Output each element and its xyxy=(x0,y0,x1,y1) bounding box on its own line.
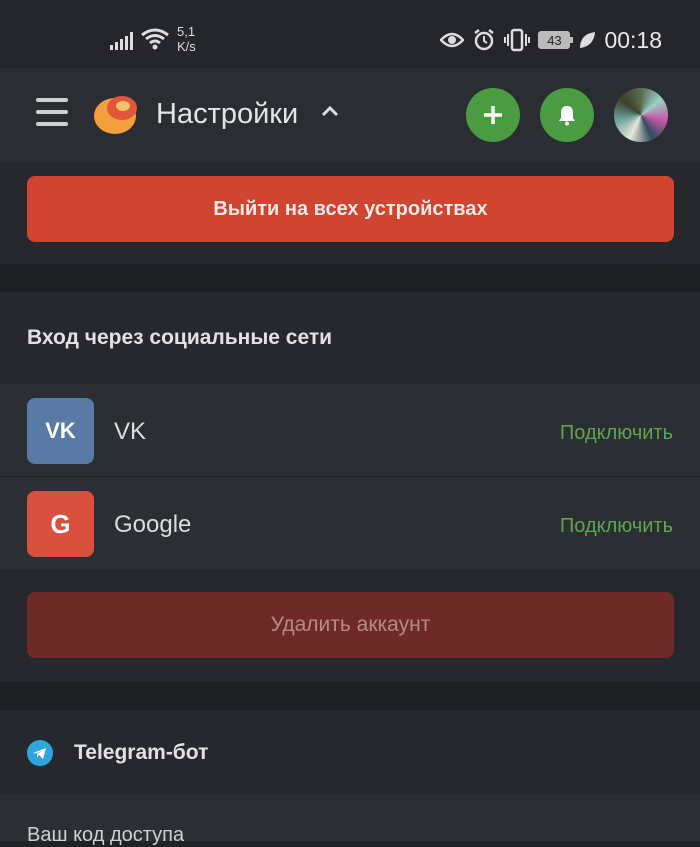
social-name: VK xyxy=(114,418,147,445)
bell-icon xyxy=(559,106,575,126)
app-header: Настройки xyxy=(0,68,700,163)
social-login-title: Вход через социальные сети xyxy=(27,326,333,349)
network-speed: 5,1 K/s xyxy=(177,24,196,54)
vk-icon: VK xyxy=(27,398,94,464)
section-gap xyxy=(0,264,700,292)
avatar[interactable] xyxy=(614,88,668,142)
logout-all-devices-button[interactable]: Выйти на всех устройствах xyxy=(27,176,674,242)
menu-icon[interactable] xyxy=(36,98,68,128)
wifi-icon xyxy=(141,28,169,50)
delete-account-button[interactable]: Удалить аккаунт xyxy=(27,592,674,658)
battery-icon: 43 xyxy=(538,31,574,49)
status-right-group: 43 00:18 xyxy=(440,26,662,54)
section-gap xyxy=(0,682,700,710)
vibrate-icon xyxy=(504,28,531,52)
connect-vk-button[interactable]: Подключить xyxy=(560,422,673,445)
telegram-bot-title: Telegram-бот xyxy=(74,741,209,764)
connect-google-button[interactable]: Подключить xyxy=(560,515,673,538)
social-name: Google xyxy=(114,511,192,538)
access-code-label: Ваш код доступа xyxy=(27,824,185,846)
notifications-button[interactable] xyxy=(540,88,594,142)
add-button[interactable] xyxy=(466,88,520,142)
eye-icon xyxy=(440,32,465,48)
clock: 00:18 xyxy=(604,26,662,53)
plus-icon xyxy=(484,106,502,124)
app-logo xyxy=(94,96,137,134)
page-title[interactable]: Настройки xyxy=(156,98,298,131)
leaf-icon xyxy=(580,32,596,48)
social-row-google: G Google Подключить xyxy=(0,477,700,569)
telegram-icon xyxy=(27,740,53,766)
chevron-up-icon[interactable] xyxy=(320,104,340,118)
google-icon: G xyxy=(27,491,94,557)
social-row-vk: VK VK Подключить xyxy=(0,384,700,476)
signal-icon xyxy=(110,32,133,50)
status-bar: 5,1 K/s 43 00:18 xyxy=(0,0,700,68)
alarm-icon xyxy=(474,29,495,51)
